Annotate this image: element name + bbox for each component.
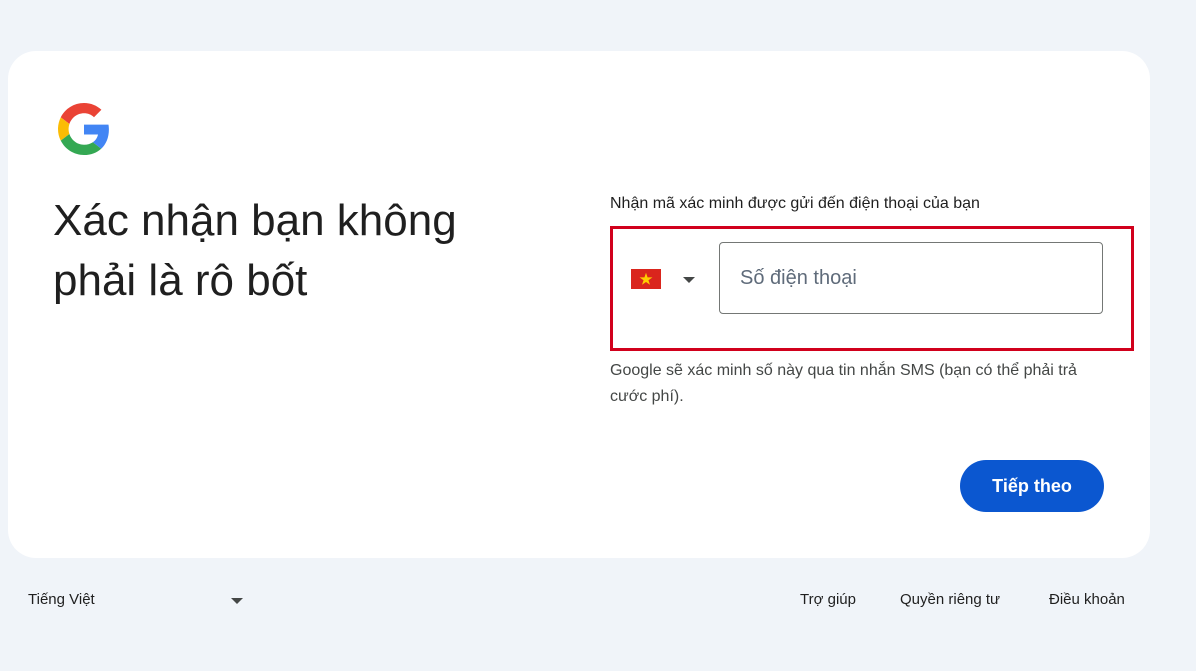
sms-notice: Google sẽ xác minh số này qua tin nhắn S… [610, 362, 1077, 405]
language-selector[interactable]: Tiếng Việt [28, 591, 248, 613]
language-label: Tiếng Việt [28, 591, 95, 608]
google-logo-icon [58, 103, 110, 155]
caret-down-icon [231, 598, 243, 604]
help-link[interactable]: Trợ giúp [800, 591, 856, 608]
caret-down-icon [683, 277, 695, 283]
page-title-line-1: Xác nhận bạn không [53, 196, 457, 245]
country-code-selector[interactable] [631, 259, 703, 295]
terms-link[interactable]: Điều khoản [1049, 591, 1125, 608]
page-title: Xác nhận bạn không phải là rô bốt [53, 191, 553, 311]
phone-entry-highlight [610, 226, 1134, 351]
verification-instruction: Nhận mã xác minh được gửi đến điện thoại… [610, 195, 980, 212]
privacy-link[interactable]: Quyền riêng tư [900, 591, 1000, 608]
verification-card: Xác nhận bạn không phải là rô bốt Nhận m… [8, 51, 1150, 558]
footer: Tiếng Việt Trợ giúp Quyền riêng tư Điều … [0, 585, 1196, 615]
vietnam-flag-icon [631, 269, 661, 289]
phone-number-input[interactable] [719, 242, 1103, 314]
next-button[interactable]: Tiếp theo [960, 460, 1104, 512]
page-title-line-2: phải là rô bốt [53, 256, 308, 305]
